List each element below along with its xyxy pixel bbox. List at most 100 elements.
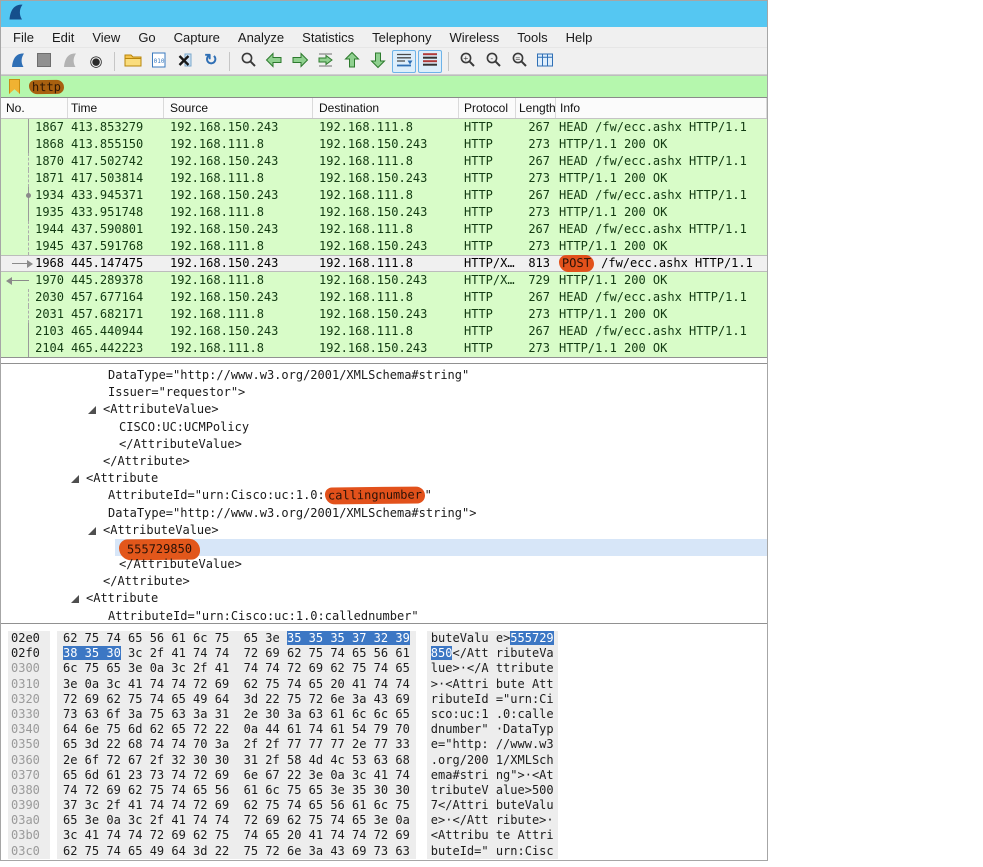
bookmark-icon[interactable]: [9, 79, 20, 94]
detail-line[interactable]: AttributeId="urn:Cisco:uc:1.0:callingnum…: [1, 487, 767, 504]
bytes-text: 74 65 20 41 74 74 72 69: [244, 828, 410, 842]
capture-options-button[interactable]: ◉: [84, 50, 108, 73]
reload-button[interactable]: ↻: [199, 50, 223, 73]
packet-row[interactable]: 1870417.502742192.168.150.243192.168.111…: [1, 153, 767, 170]
column-header-no[interactable]: No.: [1, 98, 68, 118]
detail-line[interactable]: DataType="http://www.w3.org/2001/XMLSche…: [1, 367, 767, 384]
column-header-time[interactable]: Time: [68, 98, 164, 118]
detail-line[interactable]: </Attribute>: [1, 453, 767, 470]
menu-item-go[interactable]: Go: [129, 29, 164, 46]
hex-row[interactable]: 02f038 35 30 3c 2f 41 74 74 72 69 62 75 …: [1, 646, 767, 661]
menu-item-view[interactable]: View: [83, 29, 129, 46]
detail-line[interactable]: </AttributeValue>: [1, 436, 767, 453]
bytes-text: 2e 6f 72 67 2f 32 30 30: [63, 753, 229, 767]
detail-line[interactable]: CISCO:UC:UCMPolicy: [1, 419, 767, 436]
menu-item-statistics[interactable]: Statistics: [293, 29, 363, 46]
save-file-button[interactable]: 010: [147, 50, 171, 73]
detail-line[interactable]: </AttributeValue>: [1, 556, 767, 573]
detail-line[interactable]: DataType="http://www.w3.org/2001/XMLSche…: [1, 505, 767, 522]
zoom-in-button[interactable]: +: [455, 50, 479, 73]
cell-protocol: HTTP/X…: [459, 255, 516, 272]
hex-row[interactable]: 03b03c 41 74 74 72 69 62 75 74 65 20 41 …: [1, 828, 767, 843]
cell-no: 1870: [35, 153, 68, 170]
menu-item-analyze[interactable]: Analyze: [229, 29, 293, 46]
packet-row[interactable]: 1867413.853279192.168.150.243192.168.111…: [1, 119, 767, 136]
hex-row[interactable]: 032072 69 62 75 74 65 49 64 3d 22 75 72 …: [1, 692, 767, 707]
filter-input[interactable]: http: [29, 80, 767, 94]
colorize-button[interactable]: [418, 50, 442, 73]
go-last-packet-button[interactable]: [366, 50, 390, 73]
detail-line[interactable]: <AttributeValue>: [1, 401, 767, 418]
menu-item-file[interactable]: File: [4, 29, 43, 46]
column-header-destination[interactable]: Destination: [313, 98, 459, 118]
hex-row[interactable]: 03c062 75 74 65 49 64 3d 22 75 72 6e 3a …: [1, 844, 767, 859]
detail-line[interactable]: </Attribute>: [1, 573, 767, 590]
hex-row[interactable]: 03006c 75 65 3e 0a 3c 2f 41 74 74 72 69 …: [1, 661, 767, 676]
find-packet-button[interactable]: [236, 50, 260, 73]
related-packet-marker: [1, 289, 35, 306]
packet-row[interactable]: 1945437.591768192.168.111.8192.168.150.2…: [1, 238, 767, 255]
detail-line[interactable]: <AttributeValue>: [1, 522, 767, 539]
hex-row[interactable]: 033073 63 6f 3a 75 63 3a 31 2e 30 3a 63 …: [1, 707, 767, 722]
menu-item-tools[interactable]: Tools: [508, 29, 556, 46]
menu-item-help[interactable]: Help: [557, 29, 602, 46]
start-capture-button[interactable]: [6, 50, 30, 73]
cell-protocol: HTTP: [459, 289, 516, 306]
column-header-protocol[interactable]: Protocol: [459, 98, 516, 118]
hex-row[interactable]: 035065 3d 22 68 74 74 70 3a 2f 2f 77 77 …: [1, 737, 767, 752]
go-forward-button[interactable]: [288, 50, 312, 73]
zoom-out-button[interactable]: -: [481, 50, 505, 73]
selected-bytes: 35 35 35 37 32 39: [287, 631, 410, 645]
hex-row[interactable]: 037065 6d 61 23 73 74 72 69 6e 67 22 3e …: [1, 768, 767, 783]
column-header-length[interactable]: Length: [516, 98, 556, 118]
auto-scroll-button[interactable]: [392, 50, 416, 73]
zoom-reset-icon: =: [511, 51, 528, 71]
packet-row[interactable]: 1935433.951748192.168.111.8192.168.150.2…: [1, 204, 767, 221]
go-back-button[interactable]: [262, 50, 286, 73]
detail-line[interactable]: <Attribute: [1, 470, 767, 487]
cell-length: 267: [516, 221, 556, 238]
hex-row[interactable]: 038074 72 69 62 75 74 65 56 61 6c 75 65 …: [1, 783, 767, 798]
hex-offset: 0380: [8, 783, 50, 798]
zoom-100-button[interactable]: =: [507, 50, 531, 73]
detail-line[interactable]: 555729850: [1, 539, 767, 556]
hex-row[interactable]: 03602e 6f 72 67 2f 32 30 30 31 2f 58 4d …: [1, 753, 767, 768]
open-file-button[interactable]: [121, 50, 145, 73]
go-first-packet-button[interactable]: [340, 50, 364, 73]
hex-row[interactable]: 02e062 75 74 65 56 61 6c 75 65 3e 35 35 …: [1, 631, 767, 646]
hex-row[interactable]: 03a065 3e 0a 3c 2f 41 74 74 72 69 62 75 …: [1, 813, 767, 828]
column-header-info[interactable]: Info: [556, 98, 767, 118]
packet-row[interactable]: 1968445.147475192.168.150.243192.168.111…: [1, 255, 767, 272]
hex-ascii: <Attribu te Attri: [427, 828, 558, 843]
hex-row[interactable]: 034064 6e 75 6d 62 65 72 22 0a 44 61 74 …: [1, 722, 767, 737]
menu-item-wireless[interactable]: Wireless: [440, 29, 508, 46]
svg-text:+: +: [463, 54, 468, 63]
detail-line[interactable]: Issuer="requestor">: [1, 384, 767, 401]
packet-row[interactable]: 2104465.442223192.168.111.8192.168.150.2…: [1, 340, 767, 357]
menu-item-telephony[interactable]: Telephony: [363, 29, 440, 46]
packet-row[interactable]: 1944437.590801192.168.150.243192.168.111…: [1, 221, 767, 238]
packet-row[interactable]: 1868413.855150192.168.111.8192.168.150.2…: [1, 136, 767, 153]
packet-row[interactable]: 2031457.682171192.168.111.8192.168.150.2…: [1, 306, 767, 323]
packet-row[interactable]: 1871417.503814192.168.111.8192.168.150.2…: [1, 170, 767, 187]
cell-length: 267: [516, 187, 556, 204]
column-header-source[interactable]: Source: [164, 98, 313, 118]
stop-capture-button[interactable]: [32, 50, 56, 73]
go-to-packet-button[interactable]: [314, 50, 338, 73]
packet-row[interactable]: 1934433.945371192.168.150.243192.168.111…: [1, 187, 767, 204]
packet-row[interactable]: 2103465.440944192.168.150.243192.168.111…: [1, 323, 767, 340]
title-bar[interactable]: [1, 1, 767, 27]
restart-capture-button[interactable]: [58, 50, 82, 73]
resize-columns-button[interactable]: [533, 50, 557, 73]
packet-row[interactable]: 2030457.677164192.168.150.243192.168.111…: [1, 289, 767, 306]
menu-item-capture[interactable]: Capture: [165, 29, 229, 46]
close-file-button[interactable]: [173, 50, 197, 73]
cell-no: 1867: [35, 119, 68, 136]
hex-row[interactable]: 039037 3c 2f 41 74 74 72 69 62 75 74 65 …: [1, 798, 767, 813]
detail-line[interactable]: AttributeId="urn:Cisco:uc:1.0:callednumb…: [1, 608, 767, 624]
cell-length: 273: [516, 204, 556, 221]
packet-row[interactable]: 1970445.289378192.168.111.8192.168.150.2…: [1, 272, 767, 289]
hex-row[interactable]: 03103e 0a 3c 41 74 74 72 69 62 75 74 65 …: [1, 677, 767, 692]
menu-item-edit[interactable]: Edit: [43, 29, 83, 46]
detail-line[interactable]: <Attribute: [1, 590, 767, 607]
